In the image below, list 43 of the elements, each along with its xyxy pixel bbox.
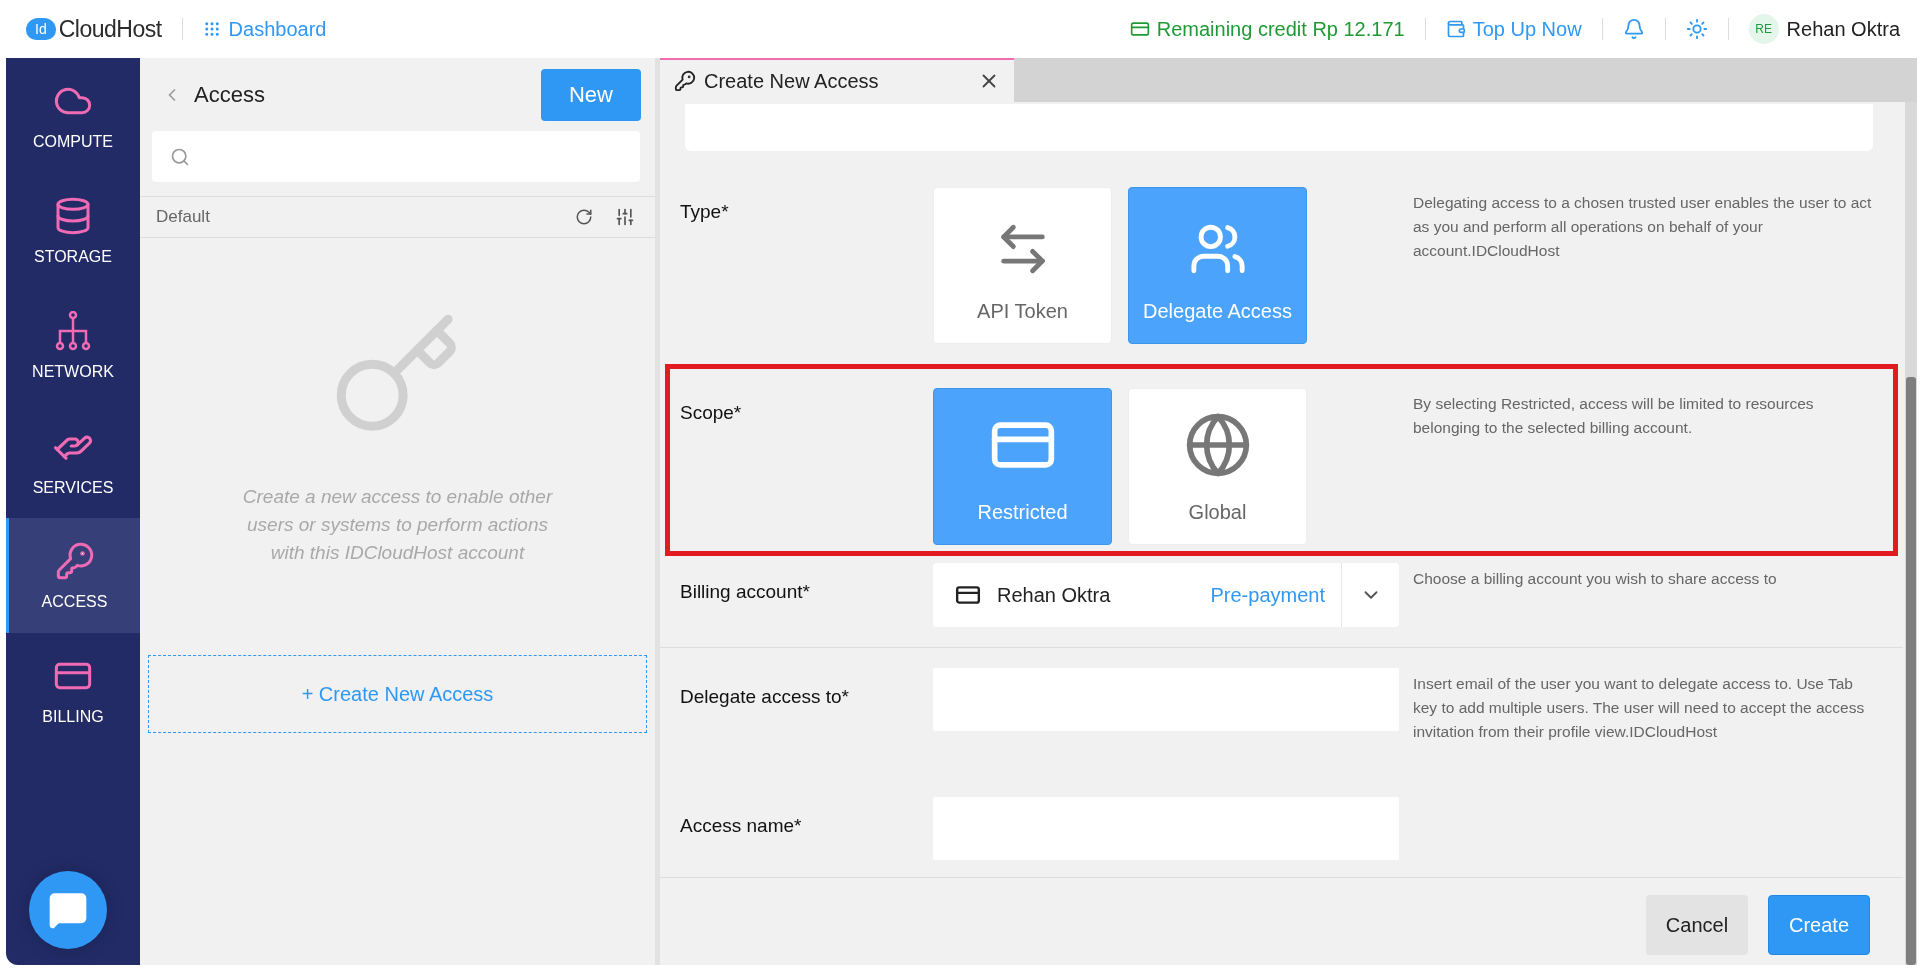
option-card[interactable]: Global: [1128, 388, 1307, 545]
field-label: Type*: [680, 200, 730, 223]
sidebar-item[interactable]: SERVICES: [6, 403, 140, 518]
field-label: Access name*: [680, 814, 803, 837]
sidebar-item[interactable]: STORAGE: [6, 173, 140, 288]
key-icon: [54, 540, 95, 581]
sidebar-item[interactable]: COMPUTE: [6, 58, 140, 173]
billing-select[interactable]: Rehan Oktra Pre-payment: [933, 563, 1399, 627]
field-label: Scope*: [680, 401, 743, 424]
refresh-icon[interactable]: [575, 208, 593, 226]
logo-text: CloudHost: [58, 15, 162, 43]
payment-tag: Pre-payment: [1210, 583, 1325, 607]
filter-icon[interactable]: [615, 207, 635, 227]
chat-icon: [48, 890, 88, 930]
logo-badge: Id: [26, 18, 56, 40]
group-label: Default: [156, 207, 210, 227]
sidebar-item[interactable]: ACCESS: [6, 518, 140, 633]
search-icon: [170, 146, 190, 167]
select-value: Rehan Oktra: [997, 583, 1111, 607]
field-label: Delegate access to*: [680, 685, 850, 708]
card-icon: [1129, 19, 1150, 39]
search-field[interactable]: [152, 131, 640, 182]
help-text: By selecting Restricted, access will be limited to resources belonging to the selected billing account.: [1413, 394, 1815, 438]
wallet-icon: [1445, 19, 1466, 39]
credit-text: Remaining credit Rp 12.171: [1129, 17, 1405, 41]
help-text: Insert email of the user you want to delegate access to. Use Tab key to add multiple users. The user will need to accept the access invitation from their profile view.IDCloudHost: [1413, 674, 1866, 742]
grid-icon: [202, 20, 221, 38]
bell-icon[interactable]: [1622, 18, 1645, 40]
option-card[interactable]: API Token: [933, 187, 1112, 344]
cancel-button[interactable]: Cancel: [1646, 895, 1748, 955]
user-name[interactable]: Rehan Oktra: [1786, 17, 1900, 41]
sidebar-item[interactable]: NETWORK: [6, 288, 140, 403]
empty-text: Create a new access to enable other users or systems to perform actions with this IDCloudHost account: [241, 485, 554, 565]
sidebar-item[interactable]: BILLING: [6, 633, 140, 748]
key-icon: [674, 70, 696, 92]
sun-icon[interactable]: [1685, 18, 1708, 40]
tab[interactable]: Create New Access: [660, 58, 1014, 102]
help-text: Choose a billing account you wish to share access to: [1413, 569, 1778, 589]
panel-title: Access: [194, 82, 265, 108]
help-text: Delegating access to a chosen trusted user enables the user to act as you and perform all operations on behalf of your account.IDCloudHost: [1413, 193, 1873, 261]
scrollbar[interactable]: [1905, 102, 1917, 965]
field-label: Billing account*: [680, 580, 811, 603]
network-icon: [55, 310, 91, 351]
